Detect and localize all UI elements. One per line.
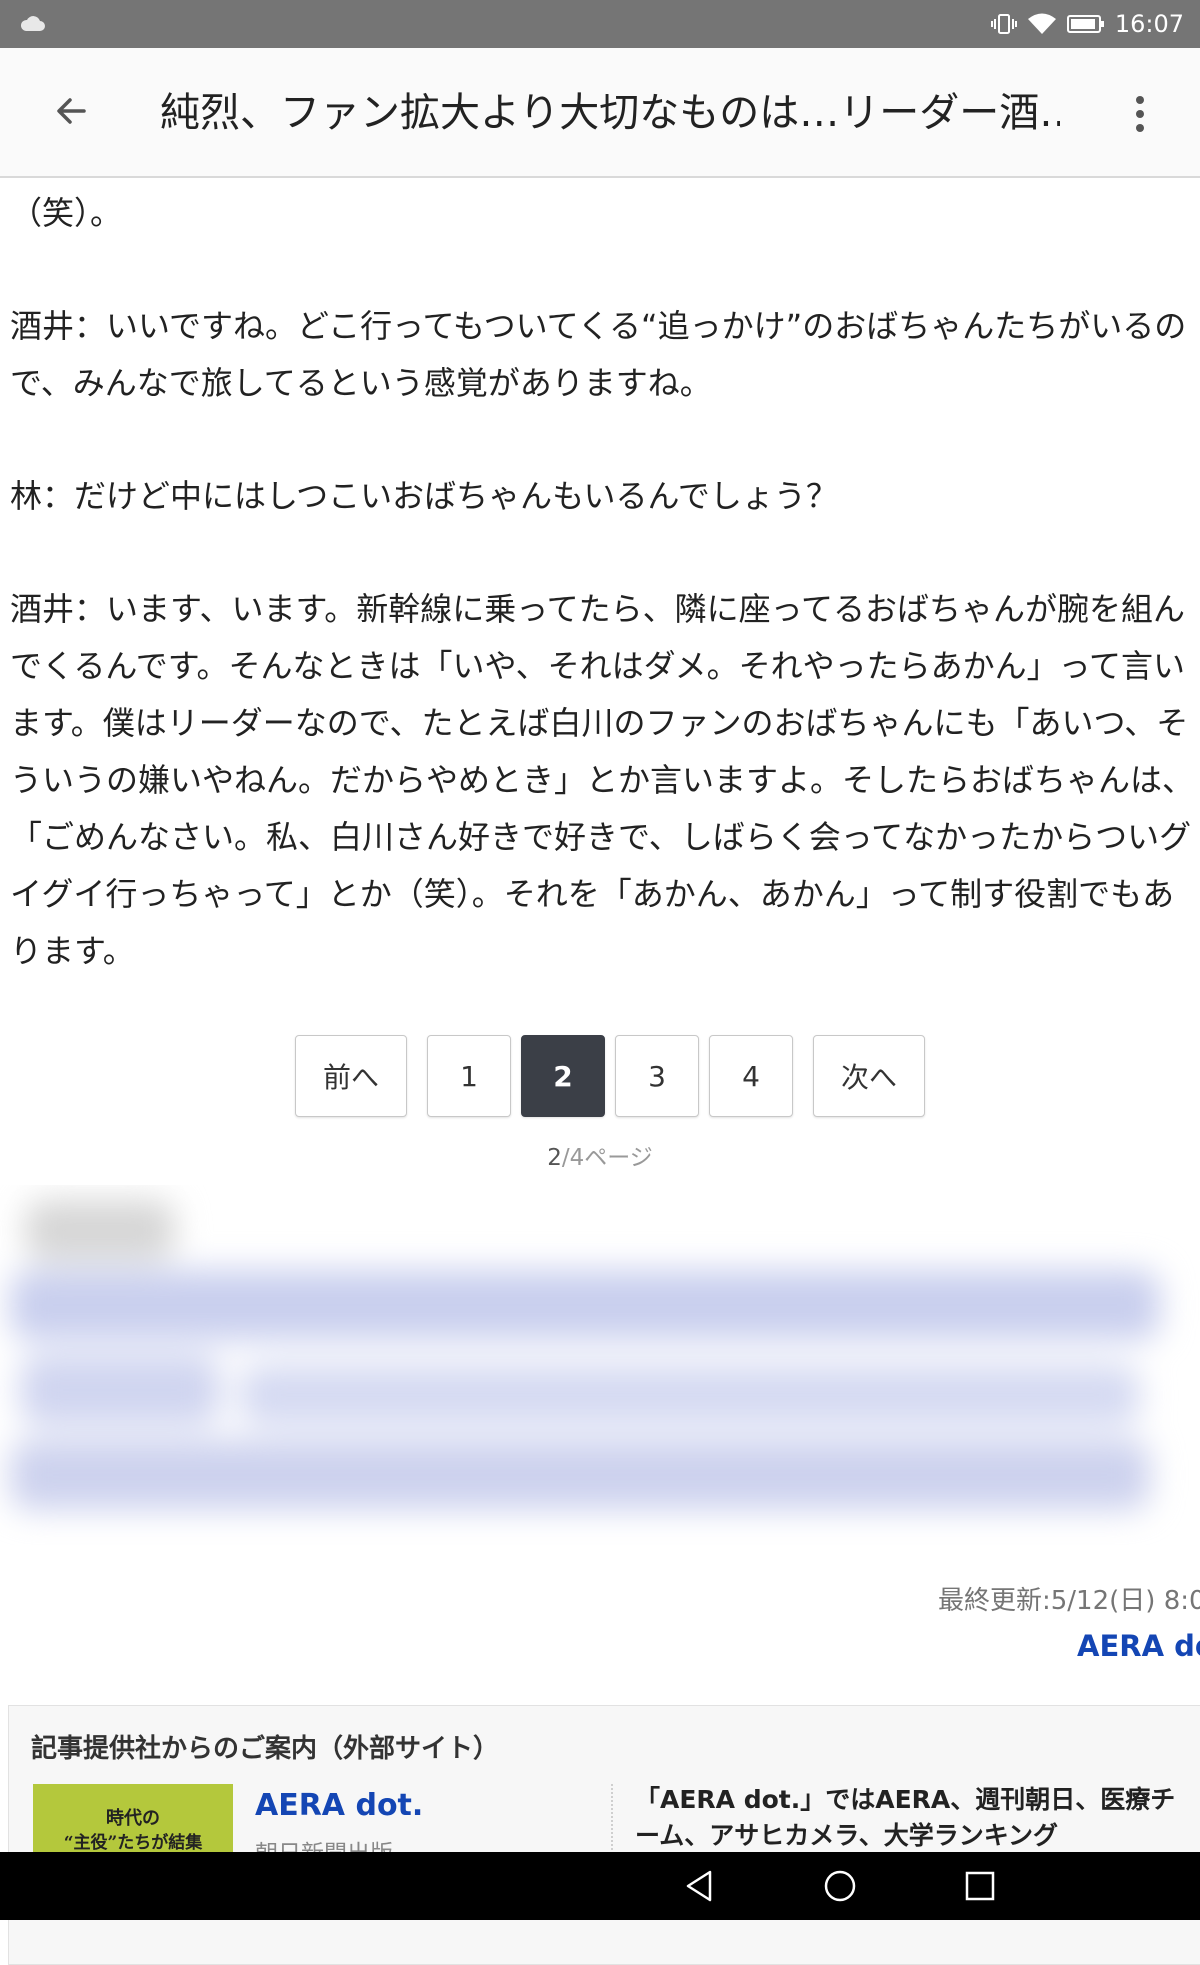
- wifi-icon: [1027, 13, 1056, 34]
- blurred-ad-area: [0, 1185, 1200, 1545]
- provider-heading: 記事提供社からのご案内（外部サイト）: [31, 1734, 500, 1764]
- provider-description: 「AERA dot.」ではAERA、週刊朝日、医療チーム、アサヒカメラ、大学ラン…: [635, 1785, 1176, 1850]
- more-vert-icon[interactable]: [1122, 92, 1158, 136]
- app-bar: 純烈、ファン拡大より大切なものは…リーダー酒…: [0, 48, 1200, 178]
- prev-page-button[interactable]: 前へ: [295, 1035, 407, 1117]
- thumbnail-text: 時代の: [106, 1808, 160, 1829]
- thumbnail-text: “主役”たちが結集: [63, 1833, 203, 1853]
- page-4-button[interactable]: 4: [709, 1035, 793, 1117]
- nav-home-icon[interactable]: [820, 1866, 860, 1906]
- page-1-button[interactable]: 1: [427, 1035, 511, 1117]
- status-time: 16:07: [1114, 10, 1184, 38]
- cloud-icon: [20, 16, 45, 31]
- nav-recents-icon[interactable]: [960, 1866, 1000, 1906]
- article-paragraph: 酒井：いいですね。どこ行ってもついてくる“追っかけ”のおばちゃんたちがいるので、…: [10, 307, 1187, 402]
- provider-name-link[interactable]: AERA dot.: [255, 1788, 423, 1823]
- vibrate-icon: [990, 14, 1017, 34]
- article-paragraph: （笑）。: [10, 194, 123, 232]
- page-3-button[interactable]: 3: [615, 1035, 699, 1117]
- source-link[interactable]: AERA dot.: [1077, 1629, 1200, 1663]
- page-2-button[interactable]: 2: [521, 1035, 605, 1117]
- page-title: 純烈、ファン拡大より大切なものは…リーダー酒…: [160, 90, 1060, 136]
- last-updated: 最終更新:5/12(日) 8:00: [938, 1586, 1200, 1616]
- status-bar: 16:07: [0, 0, 1200, 48]
- arrow-left-icon[interactable]: [48, 86, 98, 136]
- next-page-button[interactable]: 次へ: [813, 1035, 925, 1117]
- provider-box: 記事提供社からのご案内（外部サイト） 時代の “主役”たちが結集 AERA do…: [8, 1705, 1200, 1965]
- article-paragraph: 酒井：います、います。新幹線に乗ってたら、隣に座ってるおばちゃんが腕を組んでくる…: [10, 590, 1195, 970]
- article-body: （笑）。 酒井：いいですね。どこ行ってもついてくる“追っかけ”のおばちゃんたちが…: [10, 185, 1200, 1036]
- article-paragraph: 林：だけど中にはしつこいおばちゃんもいるんでしょう？: [10, 477, 838, 515]
- nav-back-icon[interactable]: [680, 1866, 720, 1906]
- battery-icon: [1066, 15, 1104, 33]
- system-nav-bar: [0, 1852, 1200, 1920]
- page-indicator: 2/4ページ: [547, 1145, 653, 1171]
